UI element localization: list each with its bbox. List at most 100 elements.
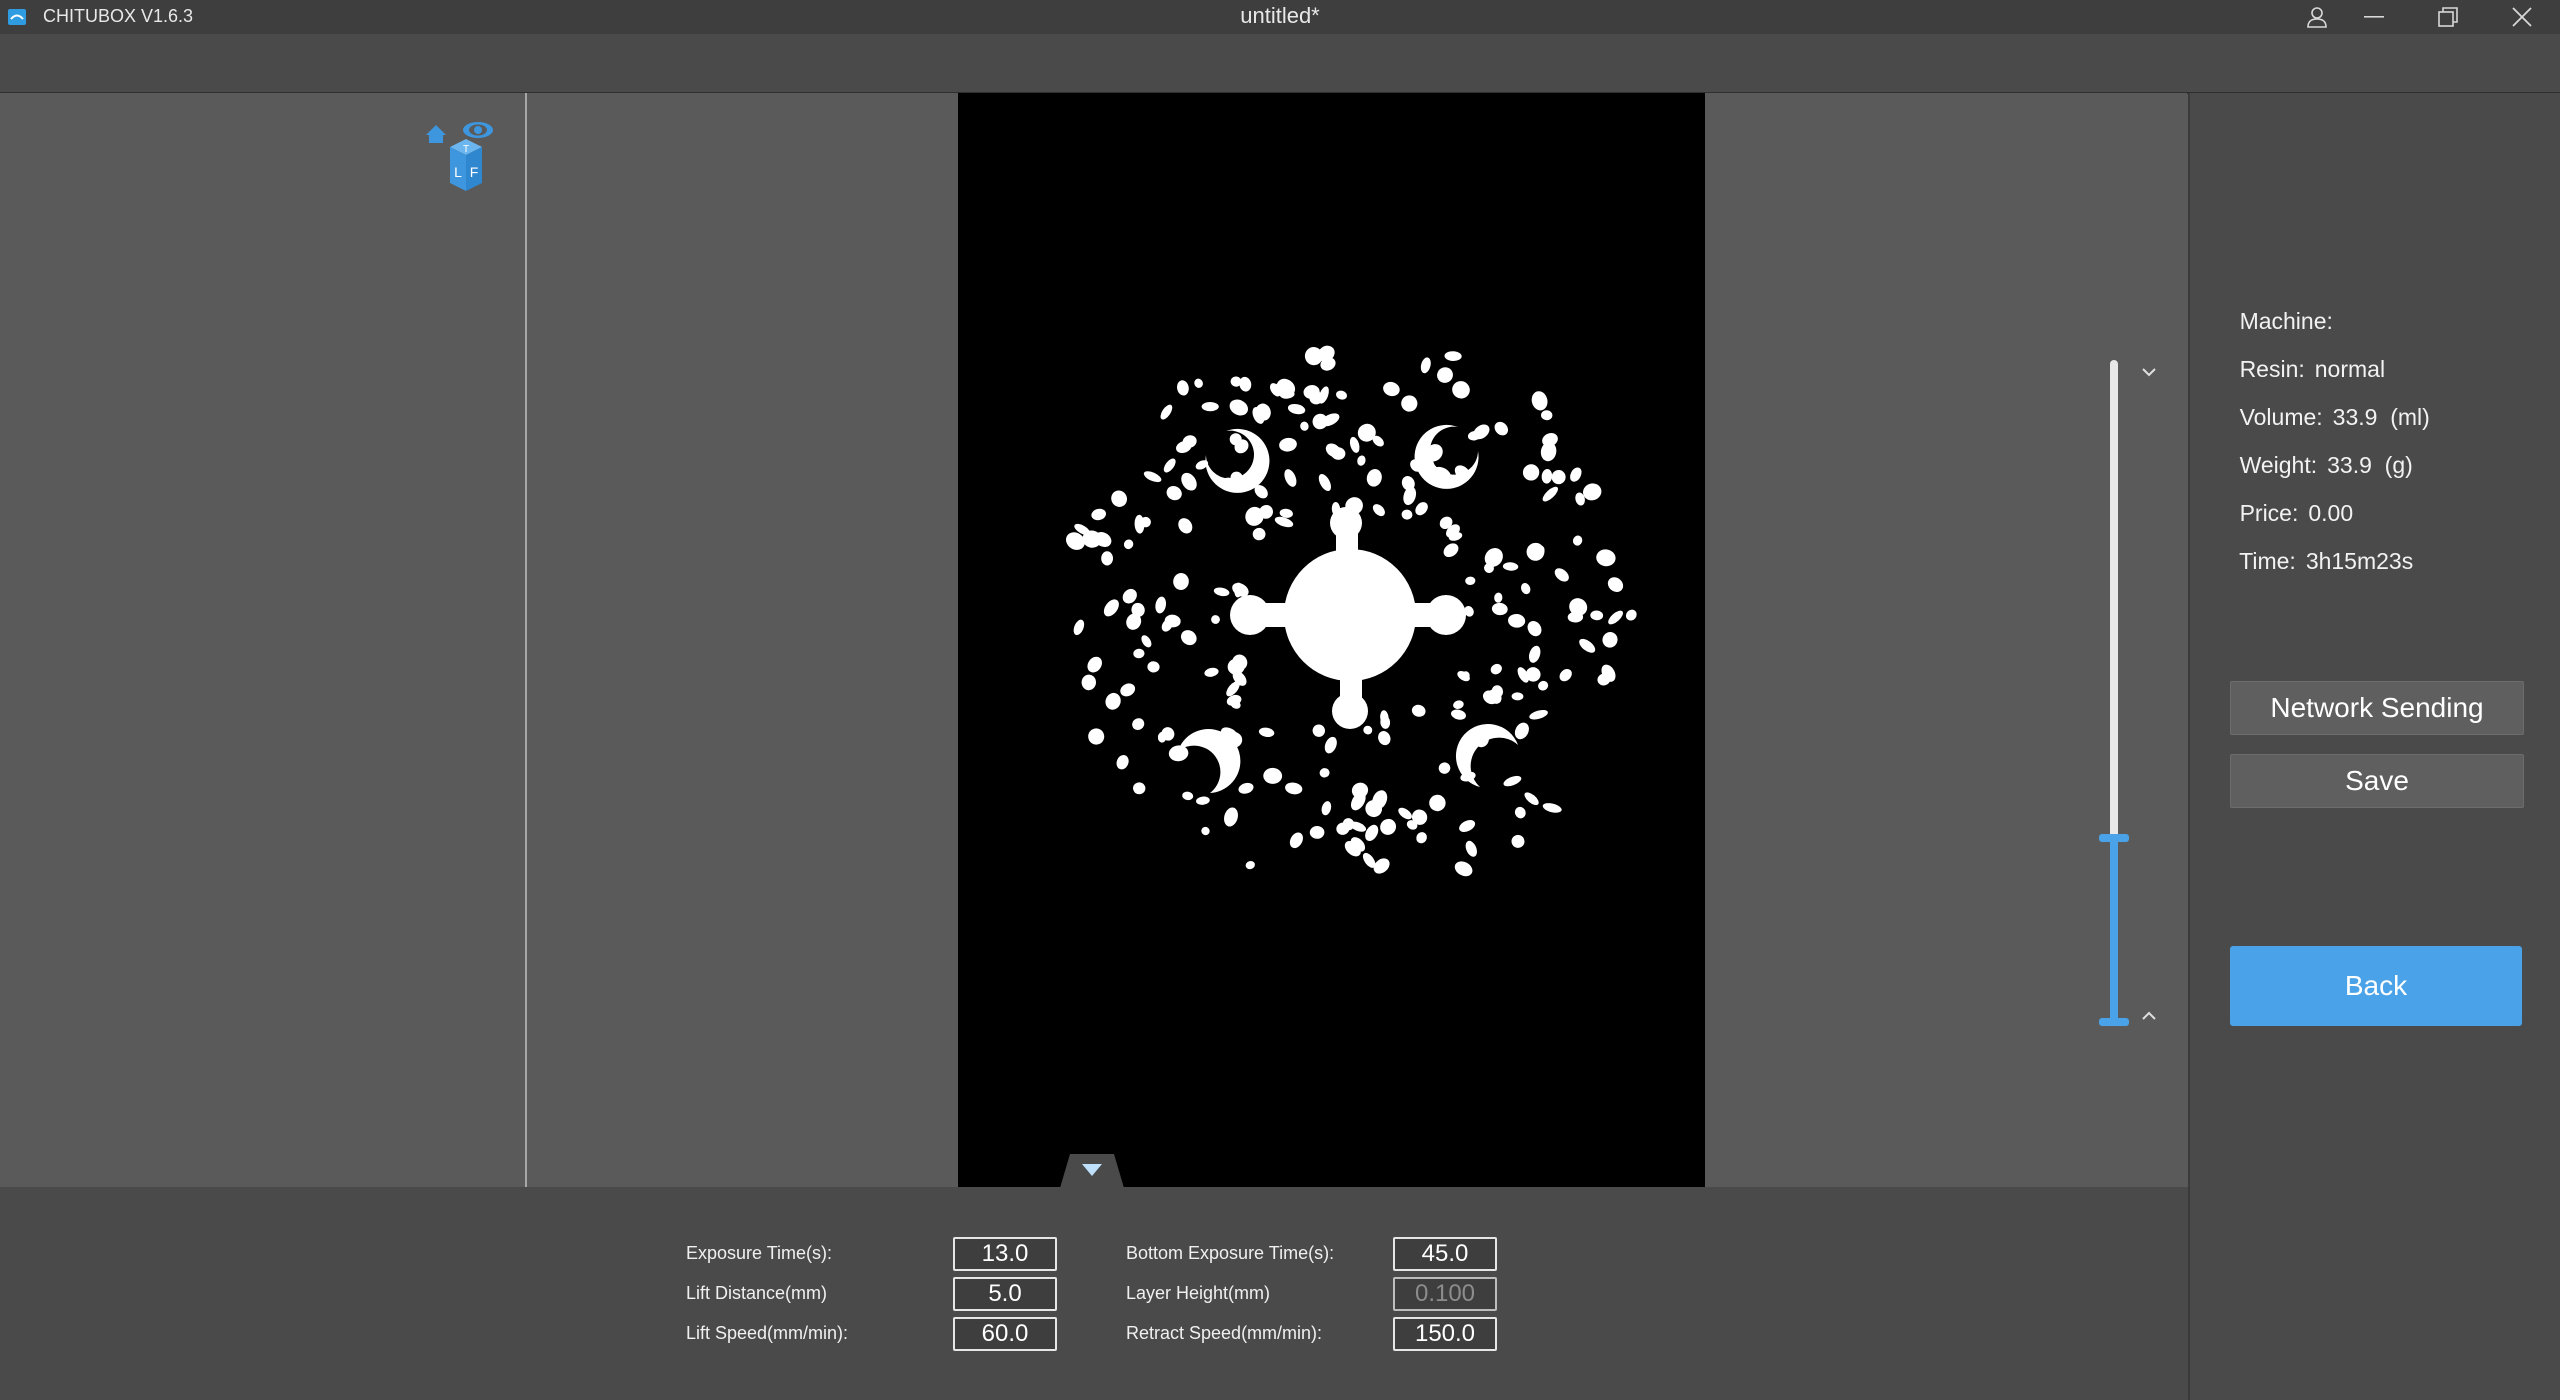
time-label: Time: <box>2239 548 2296 574</box>
slice-piece <box>1181 472 1197 491</box>
minimize-button[interactable] <box>2344 0 2404 34</box>
slice-piece <box>1420 357 1431 374</box>
slice-piece <box>1451 709 1466 720</box>
slice-piece <box>1160 404 1173 420</box>
slice-piece <box>1318 473 1331 492</box>
slice-piece <box>1141 635 1152 648</box>
close-icon <box>2512 7 2532 27</box>
slice-piece <box>1494 592 1503 603</box>
slice-piece <box>1444 351 1462 362</box>
slice-piece <box>1081 674 1097 691</box>
close-button[interactable] <box>2492 0 2552 34</box>
slice-piece <box>1363 725 1373 735</box>
slice-piece <box>1502 562 1519 571</box>
time-info: Time: 3h15m23s <box>2214 521 2413 602</box>
slice-piece <box>1335 390 1348 400</box>
app-name: CHITUBOX V1.6.3 <box>43 6 194 26</box>
bottom-exposure-time-input[interactable]: 45.0 <box>1393 1237 1497 1271</box>
slice-piece <box>1551 470 1566 485</box>
user-button[interactable] <box>2287 0 2347 34</box>
layer-height-label: Layer Height(mm) <box>1126 1283 1271 1303</box>
slice-piece <box>1378 731 1391 746</box>
slice-piece <box>1245 861 1255 870</box>
slice-piece <box>1526 542 1545 561</box>
slice-piece <box>1572 535 1583 546</box>
slice-piece <box>1454 861 1473 877</box>
collapse-panel-button[interactable] <box>1060 1152 1124 1188</box>
minimize-icon <box>2364 16 2384 18</box>
exposure-time-input[interactable]: 13.0 <box>953 1237 1057 1271</box>
layer-slider-handle[interactable] <box>2099 834 2129 842</box>
slice-piece <box>1452 381 1470 399</box>
cube-face-top[interactable]: T <box>463 144 469 155</box>
slice-piece <box>1357 455 1366 466</box>
document-title: untitled* <box>1240 3 1320 28</box>
layer-height-input: 0.100 <box>1393 1277 1497 1311</box>
layer-step-down-button[interactable] <box>2136 360 2162 386</box>
slice-piece <box>1312 724 1326 737</box>
slice-piece <box>1116 755 1129 770</box>
slice-piece <box>1416 832 1427 844</box>
slice-piece <box>1625 609 1637 621</box>
slice-piece <box>1133 648 1145 659</box>
slice-piece <box>1401 395 1418 412</box>
slice-piece <box>1602 632 1618 648</box>
slice-piece <box>1211 615 1220 624</box>
slice-piece <box>1182 791 1194 801</box>
restore-button[interactable] <box>2418 0 2478 34</box>
slice-piece <box>1155 596 1167 614</box>
slice-piece <box>1491 602 1508 616</box>
slice-piece <box>1503 775 1522 787</box>
slice-piece <box>1538 680 1549 691</box>
slice-piece <box>1238 782 1254 794</box>
slice-piece <box>1201 826 1210 836</box>
slice-piece <box>1365 824 1379 841</box>
slice-piece <box>1229 399 1249 416</box>
layer-preview-canvas <box>958 93 1705 1187</box>
slice-piece <box>1514 722 1529 740</box>
slice-piece <box>1465 576 1476 586</box>
slice-piece <box>1443 543 1459 558</box>
bottom-exposure-time-label: Bottom Exposure Time(s): <box>1126 1243 1335 1263</box>
slice-piece <box>1511 692 1524 701</box>
view-cube-icon[interactable]: T L F <box>420 119 500 199</box>
lift-distance-input[interactable]: 5.0 <box>953 1277 1057 1311</box>
cube-face-left[interactable]: L <box>454 164 462 180</box>
slice-piece <box>1289 832 1303 849</box>
slice-piece <box>1438 762 1451 774</box>
layer-step-up-button[interactable] <box>2136 1002 2162 1028</box>
slice-piece <box>1579 638 1596 653</box>
slice-piece <box>1087 656 1102 673</box>
retract-speed-input[interactable]: 150.0 <box>1393 1317 1497 1351</box>
slice-piece <box>1178 518 1193 534</box>
exposure-time-label: Exposure Time(s): <box>686 1243 833 1263</box>
right-info-panel: Machine: Resin: normal Volume: 33.9 (ml) W… <box>2188 93 2560 1400</box>
slice-piece <box>1514 806 1526 819</box>
slice-piece <box>1239 376 1252 392</box>
slice-piece <box>1372 504 1385 517</box>
lift-speed-input[interactable]: 60.0 <box>953 1317 1057 1351</box>
save-button[interactable]: Save <box>2230 754 2524 808</box>
slice-piece <box>1528 645 1541 663</box>
slice-piece <box>1607 577 1624 592</box>
slice-piece <box>1263 767 1283 784</box>
print-settings-panel: Exposure Time(s): 13.0 Lift Distance(mm)… <box>0 1187 2188 1400</box>
slice-piece <box>1521 583 1531 595</box>
network-sending-button[interactable]: Network Sending <box>2230 681 2524 735</box>
slice-piece <box>1103 599 1119 617</box>
slice-piece <box>1088 728 1105 745</box>
slice-piece <box>1194 378 1203 388</box>
back-button[interactable]: Back <box>2230 946 2522 1026</box>
slice-piece <box>1437 367 1453 383</box>
slice-piece <box>1511 834 1525 848</box>
slice-piece <box>1522 464 1540 481</box>
slice-piece <box>1147 661 1160 673</box>
slice-piece <box>1429 794 1446 812</box>
cube-face-front[interactable]: F <box>470 164 479 180</box>
central-slice-body <box>1230 507 1466 729</box>
slice-piece <box>1542 486 1558 502</box>
slice-piece <box>1120 683 1136 697</box>
slice-piece <box>1554 568 1569 582</box>
slice-piece <box>1105 692 1121 710</box>
slice-piece <box>1411 704 1426 717</box>
